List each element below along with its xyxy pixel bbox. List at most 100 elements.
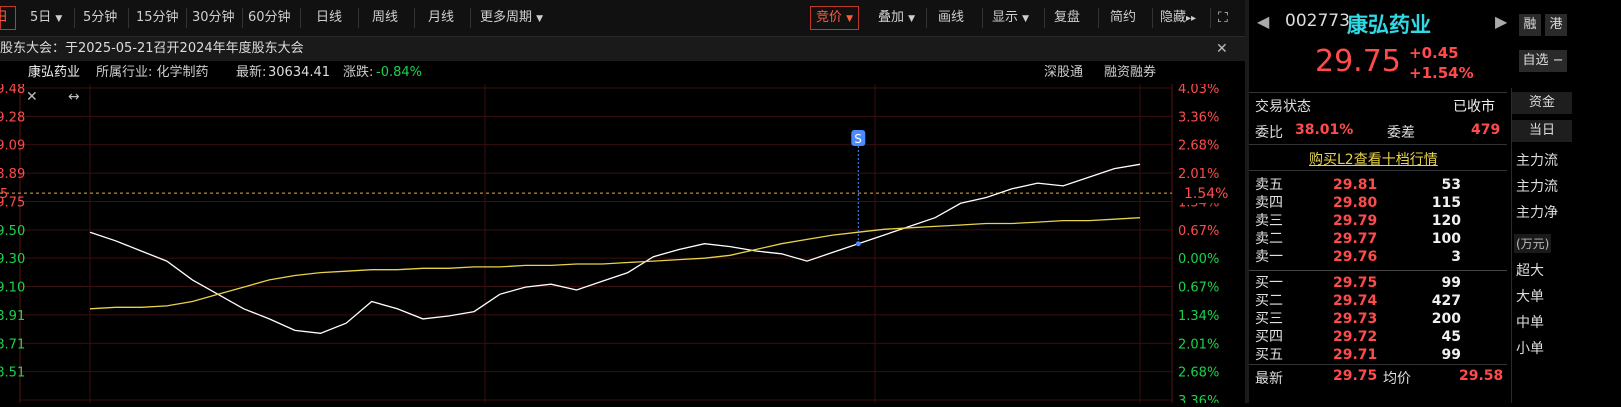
price-change: +0.45 xyxy=(1409,44,1459,62)
sell-row[interactable]: 卖五 29.81 53 xyxy=(1249,176,1507,194)
display-button[interactable]: 显示 ▼ xyxy=(992,7,1029,29)
y-left-tick: 29.30 xyxy=(0,252,25,267)
y-left-tick: 28.51 xyxy=(0,366,25,381)
sell-row-price: 29.79 xyxy=(1333,213,1378,229)
l2-purchase-link[interactable]: 购买L2查看十档行情 xyxy=(1309,149,1438,169)
sell-row-label: 卖二 xyxy=(1255,231,1283,247)
prev-stock-icon[interactable]: ◀ xyxy=(1257,12,1269,31)
buy-row[interactable]: 买二 29.74 427 xyxy=(1249,292,1507,310)
size-large: 大单 xyxy=(1516,289,1544,305)
y-right-tick: 2.01% xyxy=(1178,337,1219,352)
sell-row-label: 卖五 xyxy=(1255,177,1283,193)
sell-row-vol: 100 xyxy=(1431,231,1461,247)
stock-name: 康弘药业 xyxy=(1347,13,1431,37)
tab-funds[interactable]: 资金 xyxy=(1512,92,1572,114)
weicha-label: 委差 xyxy=(1387,125,1415,141)
sell-row[interactable]: 卖二 29.77 100 xyxy=(1249,230,1507,248)
simple-button[interactable]: 简约 xyxy=(1110,7,1136,29)
announcement-text: 股东大会：于2025-05-21召开2024年年度股东大会 xyxy=(0,41,304,56)
status-value: 已收市 xyxy=(1453,99,1495,115)
avg-price-line xyxy=(89,217,1141,310)
info-change-value: -0.84% xyxy=(376,65,422,80)
hide-button[interactable]: 隐藏▸▸ xyxy=(1160,7,1196,29)
info-industry: 所属行业: 化学制药 xyxy=(96,65,209,80)
buy-row-price: 29.71 xyxy=(1333,347,1378,363)
y-right-tick: 3.36% xyxy=(1178,394,1219,403)
y-left-tick: 28.89 xyxy=(0,167,25,182)
avg-value: 29.58 xyxy=(1459,368,1504,384)
y-right-tick: 2.01% xyxy=(1178,167,1219,182)
day-edge-tab[interactable]: 日 xyxy=(0,6,16,30)
period-15min-button[interactable]: 15分钟 xyxy=(136,7,179,29)
hk-button[interactable]: 港 xyxy=(1545,14,1567,36)
y-right-tick: 0.67% xyxy=(1178,281,1219,296)
latest-value: 29.75 xyxy=(1333,368,1378,384)
next-stock-icon[interactable]: ▶ xyxy=(1495,12,1507,31)
sell-row[interactable]: 卖一 29.76 3 xyxy=(1249,248,1507,266)
size-medium: 中单 xyxy=(1516,315,1544,331)
more-periods-button[interactable]: 更多周期 ▼ xyxy=(480,7,543,29)
status-label: 交易状态 xyxy=(1255,99,1311,115)
period-30min-button[interactable]: 30分钟 xyxy=(192,7,235,29)
buy-row-vol: 200 xyxy=(1431,311,1461,327)
draw-line-button[interactable]: 画线 xyxy=(938,7,964,29)
sell-row[interactable]: 卖四 29.80 115 xyxy=(1249,194,1507,212)
margin-button[interactable]: 融 xyxy=(1519,14,1541,36)
sell-row-label: 卖一 xyxy=(1255,249,1283,265)
sell-row-vol: 115 xyxy=(1431,195,1461,211)
intraday-chart-svg: 4.03% 3.36% 2.68% 2.01% 1.54% 0.67% 0.00% 0.67%… xyxy=(0,82,1244,407)
y-right-tick: 2.68% xyxy=(1178,139,1219,154)
buy-row-vol: 99 xyxy=(1441,347,1461,363)
y-left-tick: 29.10 xyxy=(0,281,25,296)
watchlist-button[interactable]: 自选 − xyxy=(1519,50,1567,72)
period-5day-button[interactable]: 5日 ▼ xyxy=(30,7,62,29)
buy-row[interactable]: 买一 29.75 99 xyxy=(1249,274,1507,292)
y-right-tick: 3.36% xyxy=(1178,110,1219,125)
weibi-value: 38.01% xyxy=(1295,122,1354,138)
tab-day[interactable]: 当日 xyxy=(1512,120,1572,142)
sell-row-vol: 3 xyxy=(1451,249,1461,265)
main-net-label: 主力净 xyxy=(1516,205,1558,221)
hk-connect-link[interactable]: 深股通 xyxy=(1044,62,1083,84)
fund-flow-panel: 资金 当日 主力流 主力流 主力净 (万元) 超大 大单 中单 小单 xyxy=(1511,88,1621,403)
sell-row[interactable]: 卖三 29.79 120 xyxy=(1249,212,1507,230)
period-monthly-button[interactable]: 月线 xyxy=(428,7,454,29)
buy-row-price: 29.75 xyxy=(1333,275,1378,291)
buy-row[interactable]: 买四 29.72 45 xyxy=(1249,328,1507,346)
auction-button[interactable]: 竞价 ▼ xyxy=(810,6,860,30)
y-left-tick: 29.09 xyxy=(0,139,25,154)
replay-button[interactable]: 复盘 xyxy=(1054,7,1080,29)
chart-close-icon[interactable]: ✕ xyxy=(26,89,38,105)
period-5min-button[interactable]: 5分钟 xyxy=(83,7,117,29)
intraday-chart[interactable]: 4.03% 3.36% 2.68% 2.01% 1.54% 0.67% 0.00% 0.67%… xyxy=(0,82,1245,407)
price-line xyxy=(89,163,1141,334)
period-60min-button[interactable]: 60分钟 xyxy=(248,7,291,29)
period-weekly-button[interactable]: 周线 xyxy=(372,7,398,29)
buy-row-label: 买三 xyxy=(1255,311,1283,327)
overlay-button[interactable]: 叠加 ▼ xyxy=(878,7,915,29)
main-flow-label-1: 主力流 xyxy=(1516,153,1558,169)
buy-row-price: 29.74 xyxy=(1333,293,1378,309)
sell-row-label: 卖三 xyxy=(1255,213,1283,229)
period-daily-button[interactable]: 日线 xyxy=(316,7,342,29)
y-left-tick: 29.48 xyxy=(0,84,25,97)
margin-trading-link[interactable]: 融资融券 xyxy=(1104,62,1156,84)
info-latest-value: 30634.41 xyxy=(268,65,331,80)
y-left-tick: 28.71 xyxy=(0,337,25,352)
chart-expand-icon[interactable]: ↔ xyxy=(68,89,80,105)
info-change-label: 涨跌: xyxy=(343,65,374,80)
buy-row[interactable]: 买三 29.73 200 xyxy=(1249,310,1507,328)
close-icon[interactable]: ✕ xyxy=(1216,37,1228,61)
y-left-tick: 28.91 xyxy=(0,309,25,324)
buy-row-price: 29.73 xyxy=(1333,311,1378,327)
sell-row-label: 卖四 xyxy=(1255,195,1283,211)
buy-row-vol: 99 xyxy=(1441,275,1461,291)
fullscreen-icon[interactable]: ⛶ xyxy=(1218,7,1228,29)
sell-row-price: 29.77 xyxy=(1333,231,1378,247)
y-right-tick: 0.00% xyxy=(1178,252,1219,267)
sell-row-vol: 53 xyxy=(1441,177,1461,193)
buy-row-label: 买四 xyxy=(1255,329,1283,345)
stock-info-bar: 康弘药业 所属行业: 化学制药 最新: 30634.41 涨跌: -0.84% … xyxy=(0,62,1245,84)
buy-row[interactable]: 买五 29.71 99 xyxy=(1249,346,1507,364)
weibi-label: 委比 xyxy=(1255,125,1283,141)
